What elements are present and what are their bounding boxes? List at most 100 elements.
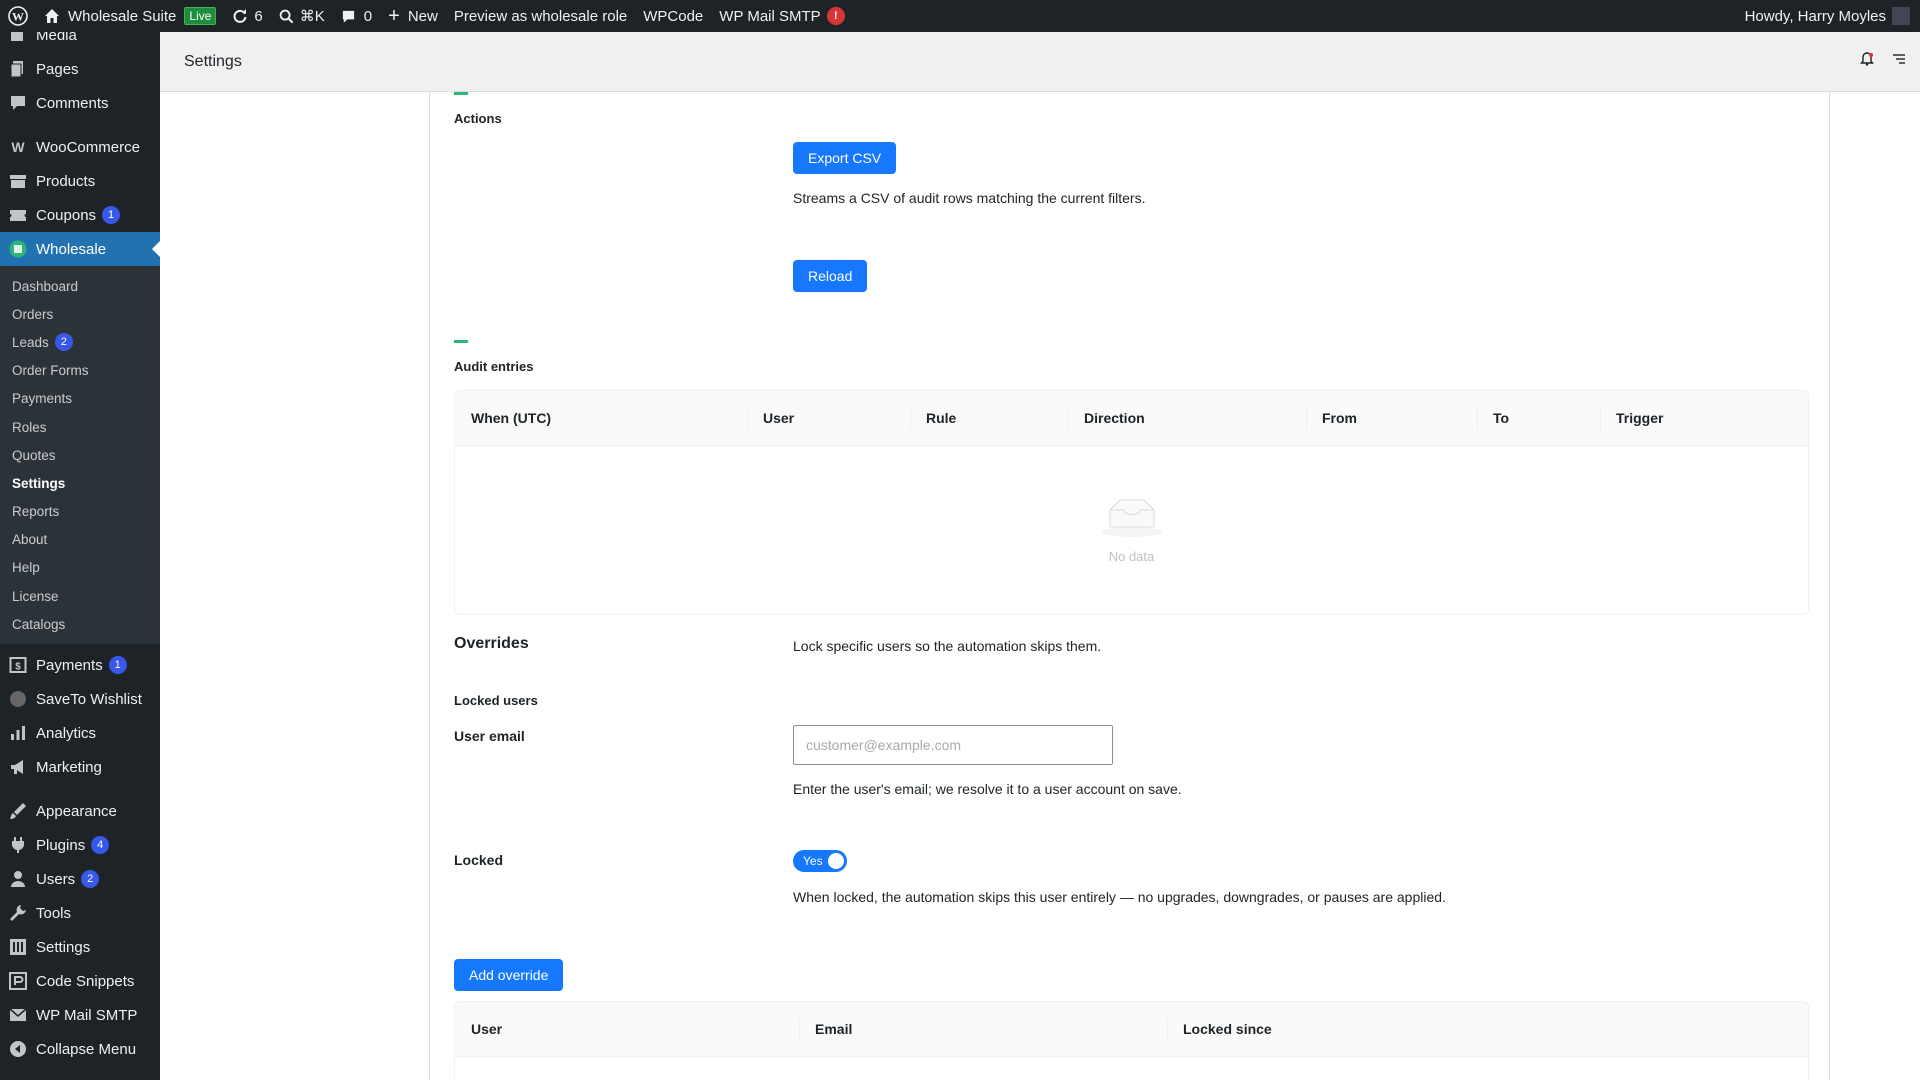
- menu-wholesale[interactable]: Wholesale: [0, 232, 160, 266]
- submenu-orders[interactable]: Orders: [0, 300, 160, 328]
- submenu-roles[interactable]: Roles: [0, 413, 160, 441]
- menu-label: Wholesale: [36, 240, 107, 258]
- menu-tools[interactable]: Tools: [0, 896, 160, 930]
- submenu-dashboard[interactable]: Dashboard: [0, 272, 160, 300]
- column-header[interactable]: When (UTC): [455, 391, 747, 445]
- submenu-catalogs[interactable]: Catalogs: [0, 610, 160, 638]
- woocommerce-icon: W: [11, 139, 25, 155]
- locked-toggle[interactable]: Yes: [793, 850, 847, 872]
- svg-text:$: $: [15, 662, 21, 673]
- smtp-label: WP Mail SMTP: [719, 7, 821, 25]
- media-icon: [8, 32, 28, 45]
- wpcode-link[interactable]: WPCode: [635, 0, 711, 32]
- main-content: Actions Export CSV Streams a CSV of audi…: [160, 92, 1920, 1080]
- column-header[interactable]: To: [1477, 391, 1600, 445]
- menu-marketing[interactable]: Marketing: [0, 750, 160, 784]
- my-account-link[interactable]: Howdy, Harry Moyles: [1737, 0, 1920, 32]
- mail-icon: [8, 1005, 28, 1025]
- menu-label: Users: [36, 870, 76, 888]
- submenu-settings[interactable]: Settings: [0, 469, 160, 497]
- audit-table: When (UTC) User Rule Direction From To T…: [454, 390, 1809, 615]
- submenu-payments[interactable]: Payments: [0, 385, 160, 413]
- menu-products[interactable]: Products: [0, 164, 160, 198]
- empty-text: No data: [1108, 548, 1155, 564]
- submenu-leads-label: Leads: [12, 334, 49, 350]
- wrench-icon: [8, 903, 28, 923]
- menu-label: Media: [36, 32, 77, 44]
- page-header: Settings: [160, 32, 1920, 92]
- user-email-input[interactable]: [793, 725, 1113, 765]
- user-email-label: User email: [454, 728, 525, 744]
- column-header[interactable]: From: [1306, 391, 1477, 445]
- submenu-leads[interactable]: Leads 2: [0, 328, 160, 356]
- plugins-count-badge: 4: [91, 836, 110, 855]
- menu-users[interactable]: Users 2: [0, 862, 160, 896]
- menu-analytics[interactable]: Analytics: [0, 716, 160, 750]
- menu-settings[interactable]: Settings: [0, 930, 160, 964]
- comment-bubble-icon: [341, 9, 356, 24]
- menu-plugins[interactable]: Plugins 4: [0, 828, 160, 862]
- menu-lines-icon[interactable]: [1892, 52, 1906, 71]
- column-header[interactable]: Direction: [1068, 391, 1306, 445]
- comments-link[interactable]: 0: [333, 0, 380, 32]
- menu-pages[interactable]: Pages: [0, 52, 160, 86]
- preview-label: Preview as wholesale role: [453, 7, 628, 25]
- updates-icon: [232, 8, 248, 24]
- menu-code-snippets[interactable]: Code Snippets: [0, 964, 160, 998]
- column-header[interactable]: Trigger: [1600, 391, 1808, 445]
- menu-woocommerce[interactable]: W WooCommerce: [0, 130, 160, 164]
- menu-payments[interactable]: $ Payments 1: [0, 648, 160, 682]
- code-snippets-icon: [8, 971, 28, 991]
- overrides-table: User Email Locked since: [454, 1001, 1809, 1080]
- payments-count-badge: 1: [108, 656, 127, 675]
- section-accent: [454, 340, 468, 343]
- menu-comments[interactable]: Comments: [0, 86, 160, 120]
- wp-mail-smtp-link[interactable]: WP Mail SMTP !: [711, 0, 852, 32]
- payments-icon: $: [8, 655, 28, 675]
- empty-inbox-icon: [1100, 497, 1164, 541]
- overrides-table-body: [455, 1057, 1808, 1080]
- column-header[interactable]: User: [747, 391, 910, 445]
- submenu-order-forms[interactable]: Order Forms: [0, 357, 160, 385]
- overrides-description: Lock specific users so the automation sk…: [793, 638, 1102, 654]
- updates-link[interactable]: 6: [224, 0, 270, 32]
- menu-wp-mail-smtp[interactable]: WP Mail SMTP: [0, 998, 160, 1032]
- preview-wholesale-link[interactable]: Preview as wholesale role: [446, 0, 635, 32]
- menu-appearance[interactable]: Appearance: [0, 794, 160, 828]
- avatar: [1892, 7, 1910, 25]
- column-header[interactable]: User: [455, 1002, 799, 1056]
- submenu-help[interactable]: Help: [0, 554, 160, 582]
- menu-label: Analytics: [36, 724, 97, 742]
- submenu-reports[interactable]: Reports: [0, 498, 160, 526]
- menu-label: Appearance: [36, 802, 117, 820]
- export-csv-description: Streams a CSV of audit rows matching the…: [793, 190, 1146, 206]
- overrides-heading: Overrides: [454, 635, 529, 652]
- menu-media[interactable]: Media: [0, 32, 160, 52]
- reload-button[interactable]: Reload: [793, 260, 868, 292]
- menu-coupons[interactable]: Coupons 1: [0, 198, 160, 232]
- wpcode-label: WPCode: [643, 7, 704, 25]
- column-header[interactable]: Rule: [910, 391, 1068, 445]
- menu-saveto-wishlist[interactable]: SaveTo Wishlist: [0, 682, 160, 716]
- settings-icon: [8, 937, 28, 957]
- menu-label: Collapse Menu: [36, 1040, 137, 1058]
- submenu-about[interactable]: About: [0, 526, 160, 554]
- new-content-link[interactable]: + New: [380, 0, 446, 32]
- menu-label: SaveTo Wishlist: [36, 690, 142, 708]
- site-name-link[interactable]: Wholesale Suite Live: [36, 0, 224, 32]
- submenu-license[interactable]: License: [0, 582, 160, 610]
- wordpress-logo-icon[interactable]: W: [0, 0, 36, 32]
- export-csv-button[interactable]: Export CSV: [793, 142, 897, 174]
- menu-label: Marketing: [36, 758, 102, 776]
- smtp-alert-badge: !: [826, 7, 845, 25]
- column-header[interactable]: Locked since: [1167, 1002, 1808, 1056]
- submenu-quotes[interactable]: Quotes: [0, 441, 160, 469]
- add-override-button[interactable]: Add override: [454, 959, 564, 991]
- collapse-menu-button[interactable]: Collapse Menu: [0, 1032, 160, 1066]
- menu-label: Pages: [36, 60, 79, 78]
- column-header[interactable]: Email: [799, 1002, 1167, 1056]
- search-shortcut[interactable]: ⌘K: [271, 0, 333, 32]
- audit-table-header: When (UTC) User Rule Direction From To T…: [455, 391, 1808, 446]
- notification-bell-icon[interactable]: [1860, 52, 1874, 71]
- pages-icon: [8, 59, 28, 79]
